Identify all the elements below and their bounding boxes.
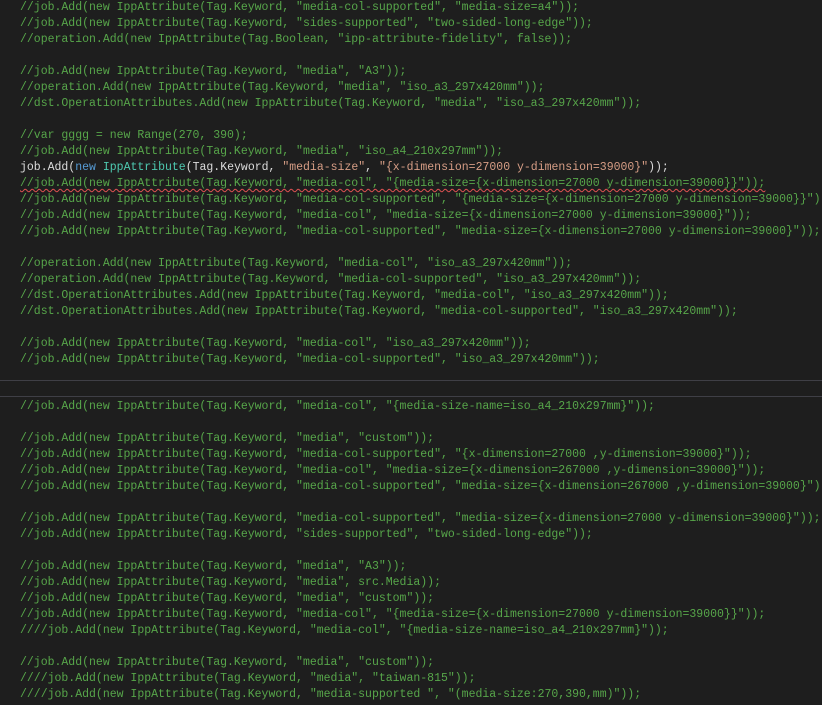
- code-line[interactable]: //dst.OperationAttributes.Add(new IppAtt…: [20, 304, 738, 320]
- code-line-error[interactable]: //job.Add(new IppAttribute(Tag.Keyword, …: [20, 176, 765, 192]
- code-line[interactable]: //job.Add(new IppAttribute(Tag.Keyword, …: [20, 208, 752, 224]
- code-line[interactable]: //job.Add(new IppAttribute(Tag.Keyword, …: [20, 192, 822, 208]
- code-token-method: Add: [47, 161, 69, 174]
- code-token-separator: ,: [365, 161, 379, 174]
- code-line[interactable]: //dst.OperationAttributes.Add(new IppAtt…: [20, 96, 641, 112]
- code-line[interactable]: //job.Add(new IppAttribute(Tag.Keyword, …: [20, 16, 593, 32]
- code-line[interactable]: //job.Add(new IppAttribute(Tag.Keyword, …: [20, 399, 655, 415]
- code-line[interactable]: //job.Add(new IppAttribute(Tag.Keyword, …: [20, 575, 441, 591]
- code-line[interactable]: //job.Add(new IppAttribute(Tag.Keyword, …: [20, 352, 600, 368]
- code-line[interactable]: ////job.Add(new IppAttribute(Tag.Keyword…: [20, 623, 669, 639]
- code-token-keyword: new: [75, 161, 96, 174]
- code-line[interactable]: //operation.Add(new IppAttribute(Tag.Key…: [20, 80, 545, 96]
- code-line[interactable]: ////job.Add(new IppAttribute(Tag.Keyword…: [20, 687, 641, 703]
- code-line[interactable]: //job.Add(new IppAttribute(Tag.Keyword, …: [20, 655, 434, 671]
- code-line[interactable]: //job.Add(new IppAttribute(Tag.Keyword, …: [20, 431, 434, 447]
- code-line[interactable]: //operation.Add(new IppAttribute(Tag.Boo…: [20, 32, 572, 48]
- code-line[interactable]: //job.Add(new IppAttribute(Tag.Keyword, …: [20, 0, 579, 16]
- code-line[interactable]: //job.Add(new IppAttribute(Tag.Keyword, …: [20, 336, 531, 352]
- code-line[interactable]: //job.Add(new IppAttribute(Tag.Keyword, …: [20, 559, 406, 575]
- code-line[interactable]: //job.Add(new IppAttribute(Tag.Keyword, …: [20, 463, 765, 479]
- code-editor[interactable]: //job.Add(new IppAttribute(Tag.Keyword, …: [0, 0, 822, 705]
- code-token-object: job: [20, 161, 41, 174]
- code-line[interactable]: //var gggg = new Range(270, 390);: [20, 128, 248, 144]
- code-line[interactable]: //job.Add(new IppAttribute(Tag.Keyword, …: [20, 224, 821, 240]
- code-line[interactable]: //operation.Add(new IppAttribute(Tag.Key…: [20, 272, 641, 288]
- editor-pane-top[interactable]: //job.Add(new IppAttribute(Tag.Keyword, …: [0, 0, 822, 380]
- code-line[interactable]: //job.Add(new IppAttribute(Tag.Keyword, …: [20, 64, 406, 80]
- code-line[interactable]: //job.Add(new IppAttribute(Tag.Keyword, …: [20, 479, 822, 495]
- code-line[interactable]: //operation.Add(new IppAttribute(Tag.Key…: [20, 256, 572, 272]
- code-token-string: "media-size": [282, 161, 366, 174]
- editor-pane-bottom[interactable]: //job.Add(new IppAttribute(Tag.Keyword, …: [0, 397, 822, 705]
- editor-split-bar[interactable]: [0, 380, 822, 397]
- code-line[interactable]: //job.Add(new IppAttribute(Tag.Keyword, …: [20, 511, 821, 527]
- code-line[interactable]: ////job.Add(new IppAttribute(Tag.Keyword…: [20, 671, 475, 687]
- code-line-active[interactable]: job.Add(new IppAttribute(Tag.Keyword, "m…: [20, 160, 669, 176]
- code-token-string: "{x-dimension=27000 y-dimension=39000}": [378, 161, 649, 174]
- code-line[interactable]: //job.Add(new IppAttribute(Tag.Keyword, …: [20, 447, 752, 463]
- code-line[interactable]: //job.Add(new IppAttribute(Tag.Keyword, …: [20, 607, 765, 623]
- code-line[interactable]: //job.Add(new IppAttribute(Tag.Keyword, …: [20, 527, 593, 543]
- code-line[interactable]: //dst.OperationAttributes.Add(new IppAtt…: [20, 288, 669, 304]
- code-token-close: ));: [648, 161, 669, 174]
- code-token-class: IppAttribute: [102, 161, 186, 174]
- code-token-args: (Tag.Keyword,: [185, 161, 283, 174]
- code-line[interactable]: //job.Add(new IppAttribute(Tag.Keyword, …: [20, 144, 503, 160]
- code-line[interactable]: //job.Add(new IppAttribute(Tag.Keyword, …: [20, 591, 434, 607]
